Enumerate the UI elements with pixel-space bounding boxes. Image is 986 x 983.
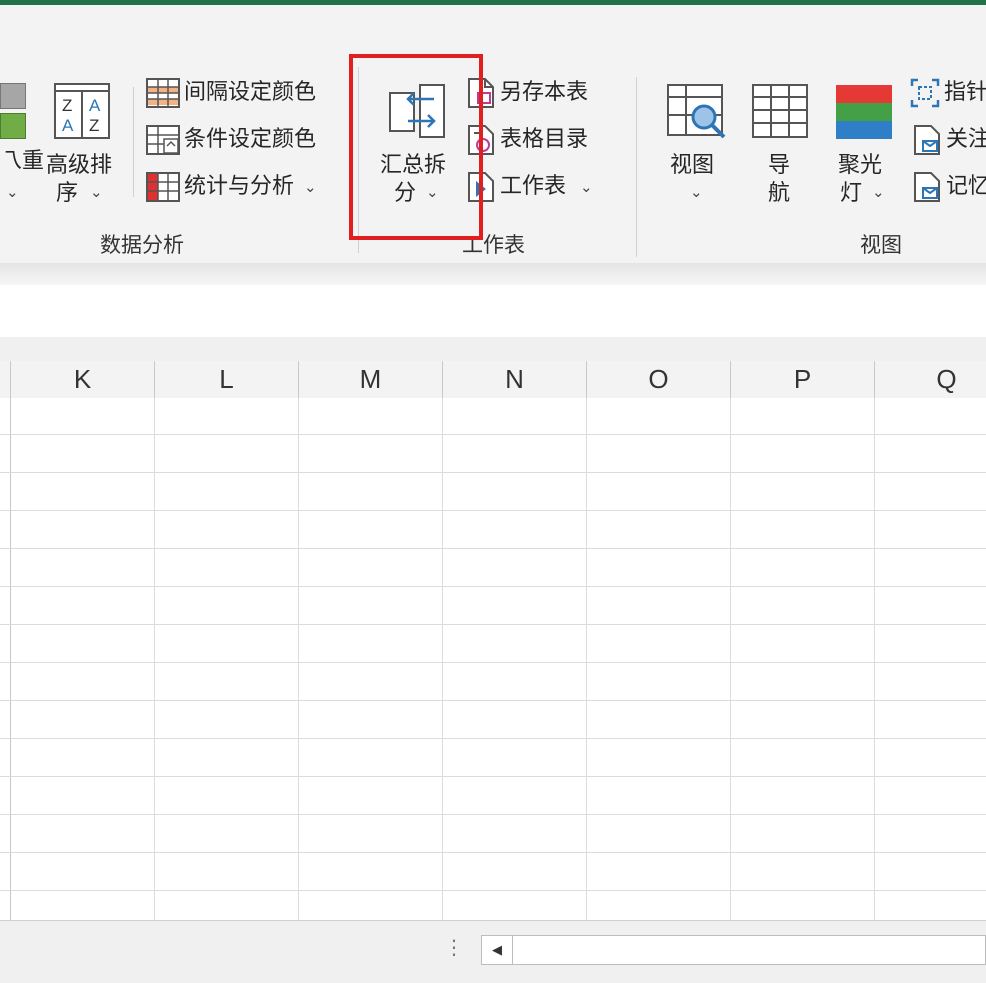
save-sheet-label: 另存本表 [500, 80, 589, 105]
group-label-data-analysis: 数据分析 [100, 233, 184, 257]
column-header-p[interactable]: P [731, 361, 875, 398]
memo-document-icon [912, 171, 942, 203]
spotlight-label-1: 聚光 [838, 153, 883, 178]
stats-analysis-label: 统计与分析 [184, 174, 295, 199]
stats-table-icon [146, 172, 180, 202]
chevron-down-icon: ⌄ [304, 178, 317, 196]
column-header-k[interactable]: K [11, 361, 155, 398]
follow-document-icon [912, 124, 942, 156]
column-header-n[interactable]: N [443, 361, 587, 398]
pointer-icon [910, 78, 940, 108]
worksheet-menu-button[interactable]: 工作表 ⌄ [466, 169, 593, 205]
scroll-left-icon[interactable]: ◀ [482, 936, 513, 964]
memo-label: 记忆 [946, 174, 986, 199]
spotlight-button[interactable]: 聚光 灯 ⌄ [832, 79, 898, 209]
view-magnifier-icon [666, 83, 728, 141]
row-line [0, 776, 986, 777]
column-line [874, 398, 875, 920]
pointer-button[interactable]: 指针 [910, 75, 986, 111]
chevron-down-icon: ⌄ [580, 178, 593, 196]
column-line [730, 398, 731, 920]
resize-handle-icon[interactable]: ⋮ [444, 935, 464, 959]
cell-grid[interactable] [0, 398, 986, 920]
row-line [0, 472, 986, 473]
svg-text:Z: Z [62, 96, 72, 115]
column-line [586, 398, 587, 920]
horizontal-scrollbar[interactable]: ◀ [481, 935, 986, 965]
row-line [0, 738, 986, 739]
column-header-l[interactable]: L [155, 361, 299, 398]
row-header-corner [0, 361, 11, 398]
follow-button[interactable]: 关注 [912, 122, 986, 158]
row-line [0, 548, 986, 549]
view-button[interactable]: 视图 ⌄ [664, 79, 730, 209]
column-header-q[interactable]: Q [875, 361, 986, 398]
striped-table-icon [146, 78, 180, 108]
navigation-grid-icon [751, 83, 809, 139]
pointer-label: 指针 [944, 80, 986, 105]
worksheet-menu-label: 工作表 [500, 174, 567, 199]
row-line [0, 662, 986, 663]
row-line [0, 434, 986, 435]
view-label: 视图 [670, 153, 715, 178]
row-line [0, 624, 986, 625]
spotlight-stripes-icon [836, 85, 892, 139]
table-catalog-button[interactable]: 表格目录 [466, 122, 588, 158]
advanced-sort-label-2: 序 [56, 181, 79, 206]
column-line [154, 398, 155, 920]
row-line [0, 700, 986, 701]
table-catalog-label: 表格目录 [500, 127, 589, 152]
row-line [0, 852, 986, 853]
column-header-row: K L M N O P Q [0, 361, 986, 399]
sheet-tab-bar: ⋮ ◀ [0, 920, 986, 983]
svg-text:Z: Z [89, 116, 99, 135]
partial-button-label: 乁重 [0, 149, 45, 174]
condition-color-button[interactable]: 条件设定颜色 [146, 122, 316, 158]
group-label-view: 视图 [860, 233, 902, 257]
formula-bar[interactable] [0, 285, 986, 338]
navigate-label-2: 航 [768, 181, 791, 206]
interval-color-button[interactable]: 间隔设定颜色 [146, 75, 316, 111]
column-header-m[interactable]: M [299, 361, 443, 398]
chevron-down-icon: ⌄ [90, 183, 103, 201]
svg-text:A: A [62, 116, 74, 135]
chevron-down-icon: ⌄ [690, 183, 703, 201]
ribbon-shadow [0, 263, 986, 285]
separator [133, 87, 134, 197]
row-header-edge [10, 398, 11, 920]
conditional-table-icon [146, 125, 180, 155]
sort-az-icon: Z A A Z [54, 83, 110, 139]
column-line [442, 398, 443, 920]
separator [636, 77, 637, 257]
column-line [298, 398, 299, 920]
chevron-down-icon: ⌄ [6, 183, 19, 201]
row-line [0, 814, 986, 815]
spotlight-label-2: 灯 [840, 181, 863, 206]
row-line [0, 586, 986, 587]
navigate-button[interactable]: 导 航 [748, 79, 814, 209]
advanced-sort-label-1: 高级排 [46, 153, 113, 178]
save-sheet-button[interactable]: 另存本表 [466, 75, 588, 111]
navigate-label-1: 导 [768, 153, 791, 178]
svg-text:A: A [89, 96, 101, 115]
partial-feature-button[interactable]: 乁重 ⌄ [0, 79, 44, 209]
interval-color-label: 间隔设定颜色 [184, 80, 317, 105]
ribbon: 乁重 ⌄ Z A A Z 高级排 序 ⌄ 间隔设定颜色 条件设定颜色 统计与分析… [0, 5, 986, 263]
column-header-o[interactable]: O [587, 361, 731, 398]
memo-button[interactable]: 记忆 [912, 169, 986, 205]
row-line [0, 890, 986, 891]
condition-color-label: 条件设定颜色 [184, 127, 317, 152]
formula-bar-gap [0, 337, 986, 361]
chevron-down-icon: ⌄ [872, 183, 885, 201]
gray-square-icon [0, 83, 26, 109]
highlight-box [349, 54, 483, 240]
advanced-sort-button[interactable]: Z A A Z 高级排 序 ⌄ [44, 79, 120, 209]
stats-analysis-button[interactable]: 统计与分析 ⌄ [146, 169, 317, 205]
green-square-icon [0, 113, 26, 139]
follow-label: 关注 [946, 127, 986, 152]
row-line [0, 510, 986, 511]
